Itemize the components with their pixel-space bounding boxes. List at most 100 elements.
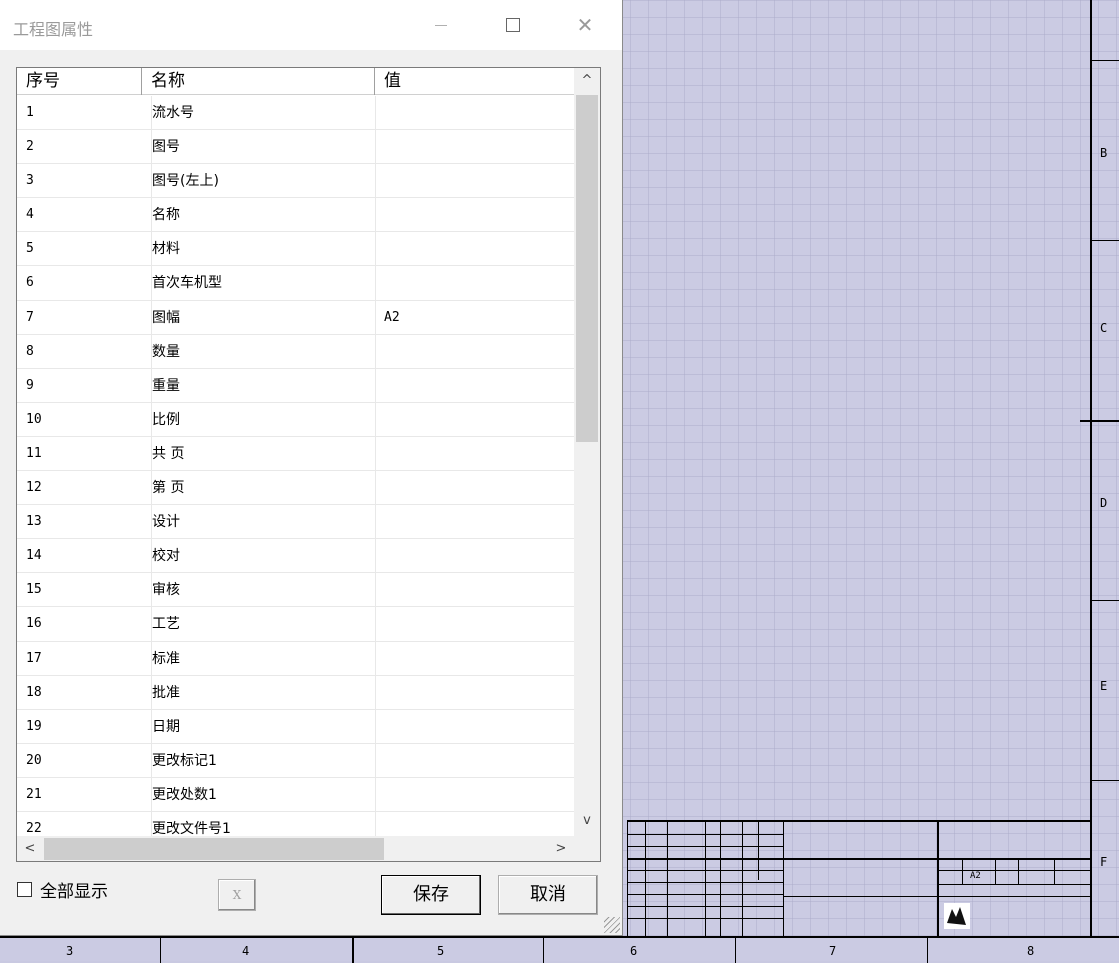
row-value[interactable] xyxy=(375,232,574,267)
zone-divider xyxy=(1092,60,1119,61)
list-row[interactable]: 1 流水号 xyxy=(17,96,574,131)
row-name-text: 批准 xyxy=(152,684,180,701)
row-value[interactable] xyxy=(375,402,574,437)
list-header: 序号 名称 值 xyxy=(17,68,574,95)
row-value[interactable] xyxy=(375,198,574,233)
row-value[interactable] xyxy=(375,130,574,165)
list-row[interactable]: 16 工艺 xyxy=(17,607,574,642)
scroll-up-icon[interactable]: ^ xyxy=(574,68,600,94)
zone-letter-f: F xyxy=(1100,855,1108,869)
list-row[interactable]: 18 批准 xyxy=(17,675,574,710)
list-row[interactable]: 14 校对 xyxy=(17,539,574,574)
row-name-text: 名称 xyxy=(152,207,180,224)
row-name: 批准 xyxy=(151,675,375,710)
column-header-index[interactable]: 序号 xyxy=(17,68,142,95)
column-header-value[interactable]: 值 xyxy=(375,68,574,95)
row-value[interactable] xyxy=(375,164,574,199)
list-row[interactable]: 21 更改处数1 xyxy=(17,777,574,812)
list-row[interactable]: 17 标准 xyxy=(17,641,574,676)
horizontal-scroll-thumb[interactable] xyxy=(44,838,384,860)
save-button[interactable]: 保存 xyxy=(381,875,481,915)
row-value[interactable] xyxy=(375,368,574,403)
list-row[interactable]: 7 图幅 A2 xyxy=(17,300,574,335)
maximize-icon xyxy=(506,18,520,32)
row-value[interactable] xyxy=(375,471,574,506)
row-value[interactable] xyxy=(375,675,574,710)
row-value[interactable] xyxy=(375,539,574,574)
row-value[interactable] xyxy=(375,266,574,301)
row-index: 7 xyxy=(26,309,34,325)
list-row[interactable]: 10 比例 xyxy=(17,402,574,437)
minimize-button[interactable] xyxy=(412,0,470,50)
row-index: 12 xyxy=(26,480,42,496)
row-value[interactable]: A2 xyxy=(375,300,574,335)
row-value[interactable] xyxy=(375,641,574,676)
zone-divider xyxy=(1092,240,1119,241)
row-value[interactable] xyxy=(375,96,574,130)
list-row[interactable]: 15 审核 xyxy=(17,573,574,608)
row-name: 更改标记1 xyxy=(151,743,375,778)
vertical-scrollbar[interactable]: ^ v xyxy=(574,68,600,836)
row-name: 第 页 xyxy=(151,471,375,506)
row-value[interactable] xyxy=(375,505,574,540)
scroll-left-icon[interactable]: < xyxy=(17,836,43,861)
row-name: 审核 xyxy=(151,573,375,608)
list-row[interactable]: 9 重量 xyxy=(17,368,574,403)
close-button[interactable]: ✕ xyxy=(556,0,614,50)
list-row[interactable]: 20 更改标记1 xyxy=(17,743,574,778)
list-row[interactable]: 13 设计 xyxy=(17,505,574,540)
list-row[interactable]: 11 共 页 xyxy=(17,436,574,472)
row-name: 图号(左上) xyxy=(151,164,375,199)
dialog-titlebar[interactable]: 工程图属性 ✕ xyxy=(0,0,622,50)
row-name: 数量 xyxy=(151,334,375,369)
row-value[interactable] xyxy=(375,573,574,608)
checkbox-icon[interactable] xyxy=(17,882,32,897)
list-row[interactable]: 4 名称 xyxy=(17,198,574,233)
zone-number-4: 4 xyxy=(242,944,250,958)
vertical-scroll-thumb[interactable] xyxy=(576,95,598,442)
row-name-text: 比例 xyxy=(152,411,180,428)
row-name-text: 校对 xyxy=(152,548,180,565)
list-row[interactable]: 2 图号 xyxy=(17,130,574,165)
list-row[interactable]: 5 材料 xyxy=(17,232,574,267)
list-row[interactable]: 3 图号(左上) xyxy=(17,164,574,199)
row-name-text: 图号 xyxy=(152,139,180,156)
drawing-properties-dialog: 工程图属性 ✕ 序号 名称 值 1 流水号 2 图号 3 图号(左上) 4 名称 5 材料 6 首次车… xyxy=(0,0,623,936)
column-header-name[interactable]: 名称 xyxy=(142,68,375,95)
horizontal-scrollbar[interactable]: < > xyxy=(17,836,574,861)
cancel-button[interactable]: 取消 xyxy=(498,875,598,915)
list-row[interactable]: 12 第 页 xyxy=(17,471,574,506)
zone-letter-d: D xyxy=(1100,496,1108,510)
scroll-down-icon[interactable]: v xyxy=(574,808,600,834)
list-row[interactable]: 6 首次车机型 xyxy=(17,266,574,301)
row-value[interactable] xyxy=(375,709,574,744)
properties-list[interactable]: 序号 名称 值 1 流水号 2 图号 3 图号(左上) 4 名称 5 材料 6 首次车机型 7 图幅 A2 8… xyxy=(16,67,601,862)
row-value[interactable] xyxy=(375,436,574,471)
scrollbar-corner xyxy=(574,836,600,861)
row-name: 日期 xyxy=(151,709,375,744)
row-value[interactable] xyxy=(375,607,574,642)
row-name-text: 设计 xyxy=(152,514,180,531)
scroll-right-icon[interactable]: > xyxy=(548,836,574,861)
x-button[interactable]: X xyxy=(218,879,256,911)
row-name: 工艺 xyxy=(151,607,375,642)
maximize-button[interactable] xyxy=(484,0,542,50)
row-value[interactable] xyxy=(375,777,574,812)
list-row[interactable]: 8 数量 xyxy=(17,334,574,369)
list-row[interactable]: 19 日期 xyxy=(17,709,574,744)
zone-number-7: 7 xyxy=(829,944,837,958)
show-all-checkbox[interactable]: 全部显示 xyxy=(17,877,108,902)
row-value[interactable] xyxy=(375,334,574,369)
row-value[interactable] xyxy=(375,743,574,778)
zone-number-5: 5 xyxy=(437,944,445,958)
resize-grip-icon[interactable] xyxy=(604,917,620,933)
dialog-title: 工程图属性 xyxy=(13,20,94,39)
minimize-icon xyxy=(435,24,447,26)
zone-divider xyxy=(1080,420,1119,422)
row-index: 17 xyxy=(26,650,42,666)
row-index: 14 xyxy=(26,548,42,564)
row-name-text: 更改标记1 xyxy=(152,752,217,769)
row-index: 11 xyxy=(26,445,42,461)
row-index: 16 xyxy=(26,616,42,632)
row-index: 6 xyxy=(26,275,34,291)
